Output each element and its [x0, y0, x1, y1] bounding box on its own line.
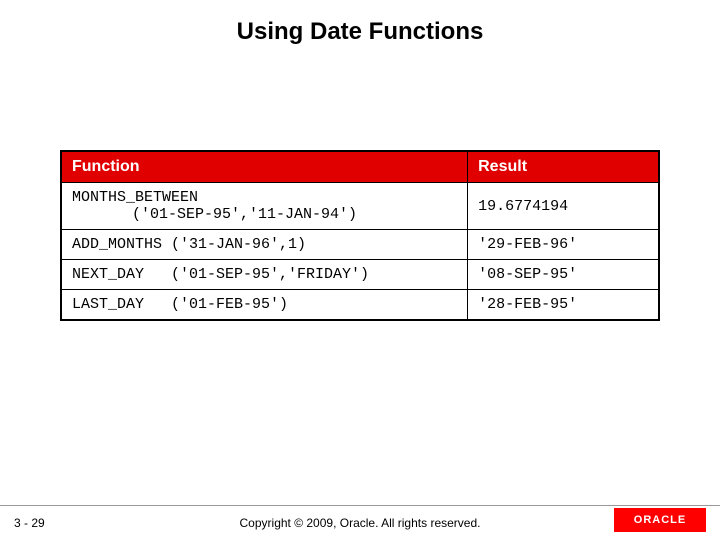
page-title: Using Date Functions	[0, 0, 720, 46]
header-function: Function	[61, 151, 468, 183]
function-name: MONTHS_BETWEEN	[72, 189, 198, 206]
slide: Using Date Functions Function Result MON…	[0, 0, 720, 540]
table-row: ADD_MONTHS ('31-JAN-96',1) '29-FEB-96'	[61, 230, 659, 260]
result-cell: 19.6774194	[468, 183, 659, 230]
table-row: NEXT_DAY ('01-SEP-95','FRIDAY') '08-SEP-…	[61, 260, 659, 290]
function-args: ('01-SEP-95','FRIDAY')	[171, 266, 369, 283]
footer-divider	[0, 505, 720, 506]
result-cell: '08-SEP-95'	[468, 260, 659, 290]
oracle-logo-text: ORACLE	[634, 514, 686, 526]
header-result: Result	[468, 151, 659, 183]
function-cell: LAST_DAY ('01-FEB-95')	[61, 290, 468, 321]
result-cell: '29-FEB-96'	[468, 230, 659, 260]
function-name: NEXT_DAY	[72, 266, 144, 283]
oracle-logo: ORACLE	[614, 508, 706, 532]
result-cell: '28-FEB-95'	[468, 290, 659, 321]
function-cell: ADD_MONTHS ('31-JAN-96',1)	[61, 230, 468, 260]
table-row: MONTHS_BETWEEN ('01-SEP-95','11-JAN-94')…	[61, 183, 659, 230]
function-args: ('01-FEB-95')	[171, 296, 288, 313]
function-cell: NEXT_DAY ('01-SEP-95','FRIDAY')	[61, 260, 468, 290]
table-header-row: Function Result	[61, 151, 659, 183]
function-args: ('01-SEP-95','11-JAN-94')	[132, 206, 357, 223]
function-name: ADD_MONTHS	[72, 236, 162, 253]
function-args: ('31-JAN-96',1)	[171, 236, 306, 253]
footer: 3 - 29 Copyright © 2009, Oracle. All rig…	[0, 500, 720, 540]
table-row: LAST_DAY ('01-FEB-95') '28-FEB-95'	[61, 290, 659, 321]
copyright-text: Copyright © 2009, Oracle. All rights res…	[0, 516, 720, 530]
function-cell: MONTHS_BETWEEN ('01-SEP-95','11-JAN-94')	[61, 183, 468, 230]
function-name: LAST_DAY	[72, 296, 144, 313]
date-functions-table: Function Result MONTHS_BETWEEN ('01-SEP-…	[60, 150, 660, 321]
table: Function Result MONTHS_BETWEEN ('01-SEP-…	[60, 150, 660, 321]
